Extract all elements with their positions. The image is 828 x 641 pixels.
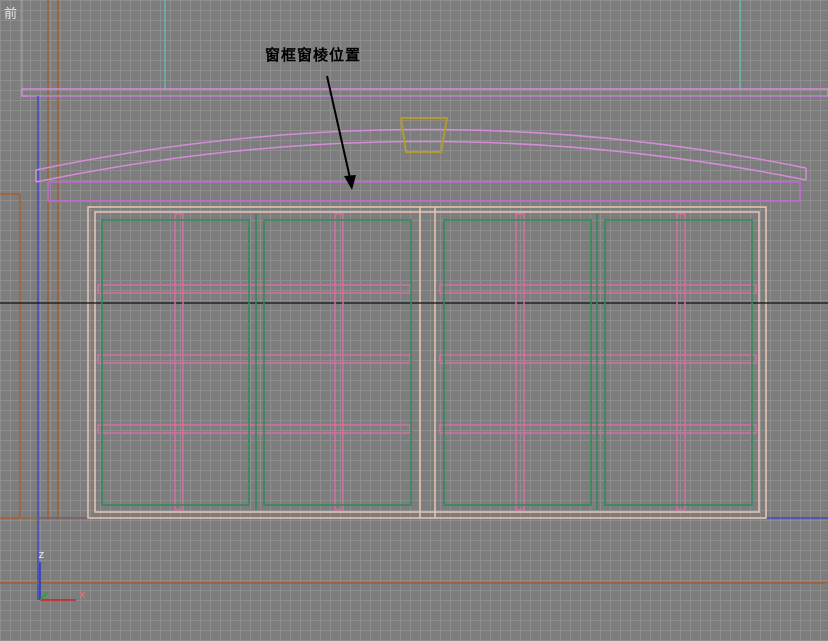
window-sash-frames [101, 214, 753, 510]
upper-wall-outline [21, 0, 828, 518]
viewport-label[interactable]: 前 [4, 3, 17, 22]
arch-lintel [35, 117, 807, 202]
z-axis-label: z [38, 548, 45, 561]
annotation-arrow [326, 75, 356, 190]
front-viewport[interactable]: 前 窗框窗棱位置 z x [0, 0, 828, 641]
x-axis-label: x [79, 588, 86, 601]
front-view-wireframe [0, 0, 828, 601]
axis-tripod [39, 562, 76, 601]
structure-edges [0, 96, 828, 600]
annotation-text: 窗框窗棱位置 [265, 46, 362, 64]
window-mullions [97, 213, 757, 511]
